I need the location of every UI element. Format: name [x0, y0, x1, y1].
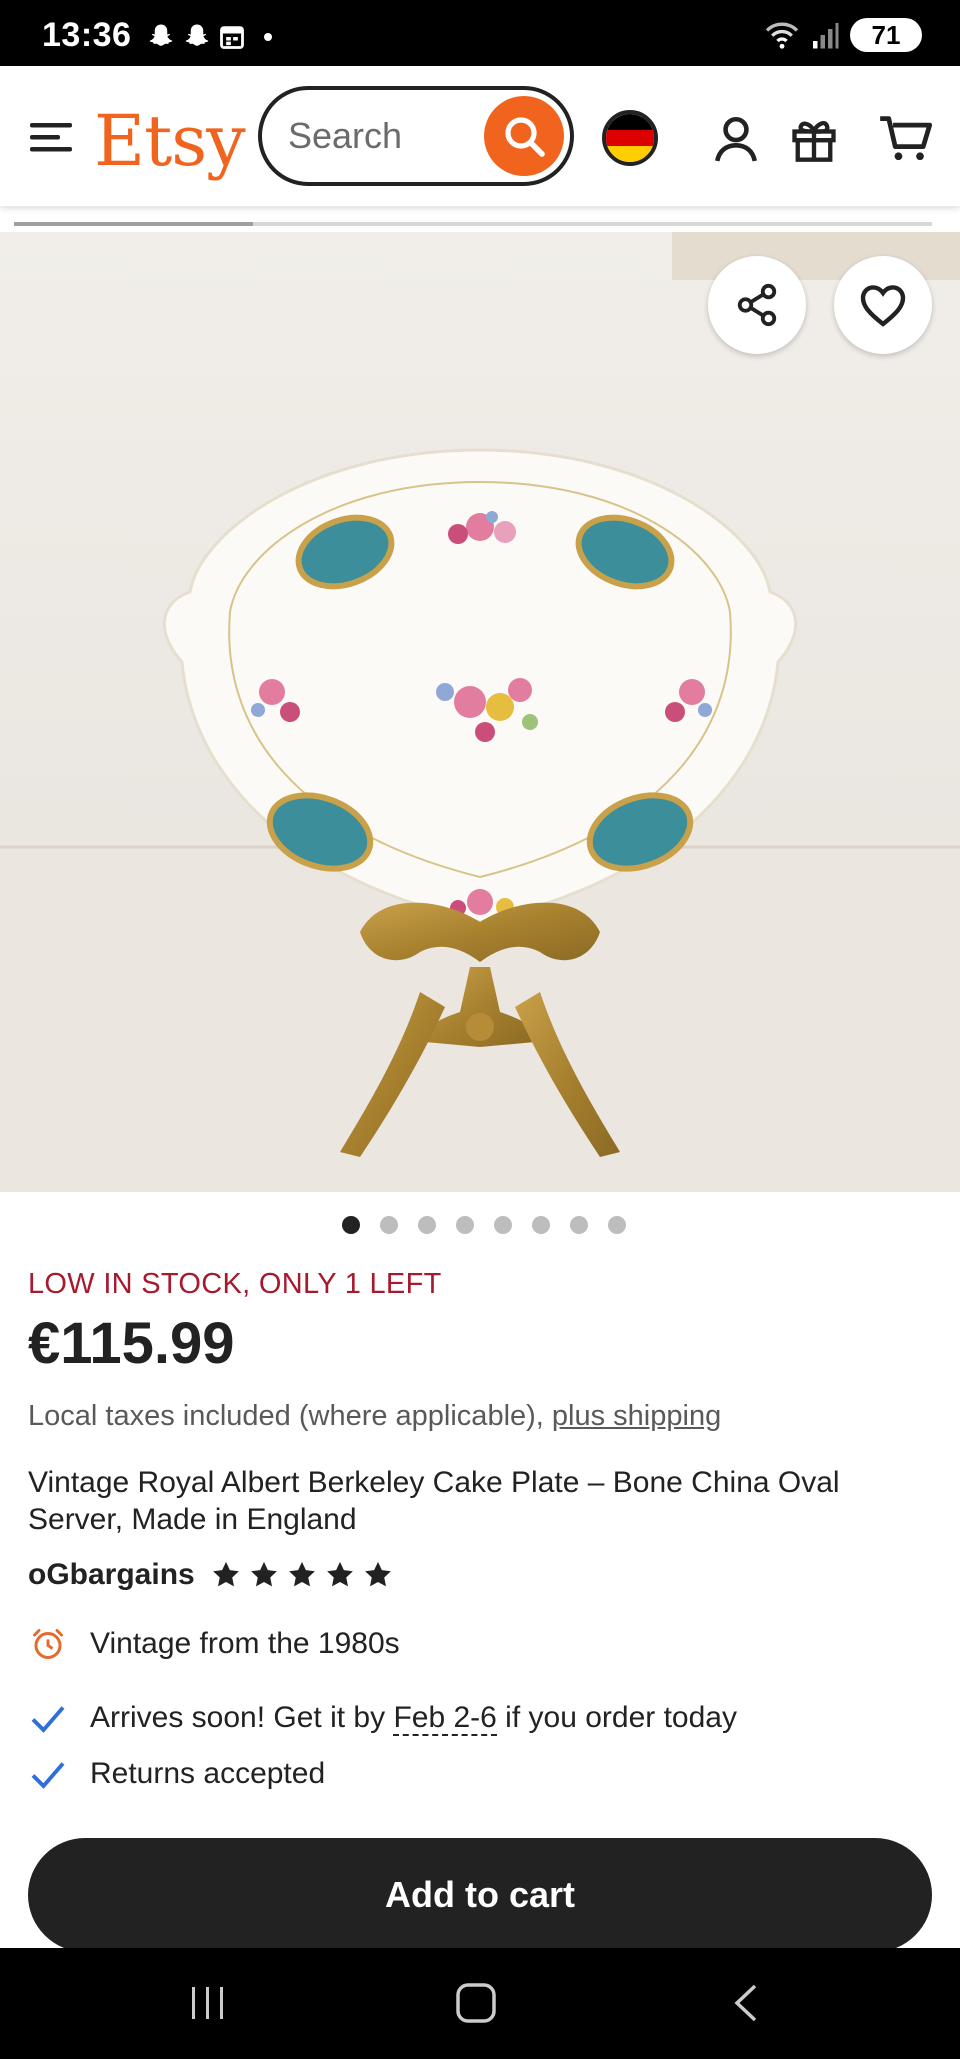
back-icon	[734, 1984, 757, 2022]
star-icon	[326, 1561, 353, 1587]
cart-button[interactable]	[878, 110, 934, 166]
account-button[interactable]	[708, 110, 764, 166]
home-button[interactable]	[446, 1978, 506, 2028]
vintage-feature: Vintage from the 1980s	[28, 1624, 400, 1664]
status-time: 13:36	[42, 16, 132, 54]
pagination-dot[interactable]	[342, 1216, 360, 1234]
shipping-link[interactable]: plus shipping	[552, 1400, 721, 1432]
alarm-clock-icon	[28, 1624, 68, 1664]
taxes-note: Local taxes included (where applicable),…	[28, 1400, 721, 1433]
stock-notice: LOW IN STOCK, ONLY 1 LEFT	[28, 1268, 442, 1300]
battery-level: 71	[871, 19, 901, 50]
search-button[interactable]	[484, 96, 564, 176]
back-button[interactable]	[716, 1978, 776, 2028]
pagination-dot[interactable]	[494, 1216, 512, 1234]
shop-row: oGbargains	[28, 1558, 393, 1592]
product-photo	[0, 232, 960, 1192]
heart-icon	[860, 285, 906, 327]
flag-stripe-gold	[606, 145, 654, 162]
search-icon	[505, 117, 545, 157]
flag-stripe-red	[606, 129, 654, 146]
rating-stars[interactable]	[211, 1560, 393, 1590]
pagination-dot[interactable]	[418, 1216, 436, 1234]
system-nav-bar	[0, 1948, 960, 2059]
gifts-button[interactable]	[786, 110, 842, 166]
pagination-dot[interactable]	[456, 1216, 474, 1234]
vintage-text: Vintage from the 1980s	[90, 1627, 400, 1660]
arrival-dates[interactable]: Feb 2-6	[393, 1701, 497, 1736]
check-icon	[28, 1754, 68, 1794]
image-pagination-dots[interactable]	[0, 1216, 960, 1234]
star-icon	[212, 1561, 239, 1587]
arrival-text: Arrives soon! Get it by Feb 2-6 if you o…	[90, 1701, 737, 1736]
arrival-suffix: if you order today	[496, 1701, 737, 1734]
share-button[interactable]	[708, 256, 806, 354]
status-bar: 13:36 71	[0, 0, 960, 66]
app-header: Etsy	[0, 66, 960, 206]
snapchat-icon	[149, 24, 173, 46]
pagination-dot[interactable]	[532, 1216, 550, 1234]
search-input[interactable]	[288, 114, 468, 158]
user-icon	[715, 116, 757, 162]
battery-indicator: 71	[850, 18, 922, 52]
snapchat-icon	[185, 24, 209, 46]
pagination-dot[interactable]	[608, 1216, 626, 1234]
cart-icon	[880, 116, 933, 161]
arrival-prefix: Arrives soon! Get it by	[90, 1701, 394, 1734]
price: €115.99	[28, 1311, 235, 1376]
listing-image[interactable]	[0, 232, 960, 1192]
wifi-icon	[765, 22, 799, 49]
search-bar[interactable]	[258, 86, 574, 186]
menu-icon[interactable]	[28, 120, 74, 154]
share-icon	[737, 283, 777, 327]
add-to-cart-button[interactable]: Add to cart	[28, 1838, 932, 1952]
favorite-button[interactable]	[834, 256, 932, 354]
region-flag-button[interactable]	[602, 110, 658, 166]
recent-apps-icon	[192, 1987, 223, 2019]
pagination-dot[interactable]	[570, 1216, 588, 1234]
check-icon	[28, 1698, 68, 1738]
home-icon	[456, 1983, 496, 2023]
etsy-logo[interactable]: Etsy	[94, 100, 246, 182]
shop-name-link[interactable]: oGbargains	[28, 1558, 195, 1592]
star-icon	[288, 1561, 315, 1587]
gift-icon	[792, 121, 836, 162]
calendar-icon	[220, 26, 244, 49]
recent-apps-button[interactable]	[178, 1978, 238, 2028]
listing-title: Vintage Royal Albert Berkeley Cake Plate…	[28, 1466, 840, 1536]
taxes-text: Local taxes included (where applicable),	[28, 1400, 552, 1432]
arrival-feature: Arrives soon! Get it by Feb 2-6 if you o…	[28, 1698, 737, 1738]
star-icon	[250, 1561, 277, 1587]
pagination-dot[interactable]	[380, 1216, 398, 1234]
system-status: 71	[764, 18, 922, 52]
gallery-progress-track	[14, 222, 932, 226]
gallery-progress-fill	[14, 222, 253, 226]
notification-icons	[146, 22, 272, 52]
flag-stripe-black	[606, 114, 654, 130]
signal-icon	[813, 23, 839, 49]
star-icon	[364, 1561, 391, 1587]
returns-feature: Returns accepted	[28, 1754, 325, 1794]
more-notifications-dot	[264, 33, 272, 41]
returns-text: Returns accepted	[90, 1757, 326, 1790]
